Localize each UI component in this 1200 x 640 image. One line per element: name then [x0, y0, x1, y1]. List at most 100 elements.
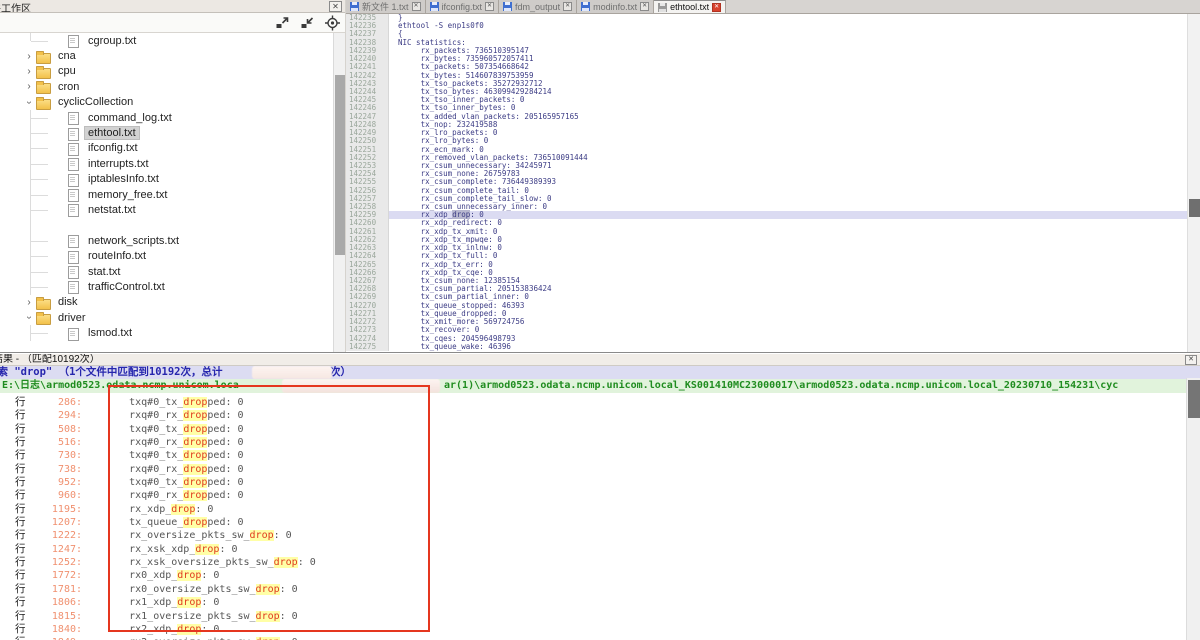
- close-tab-icon[interactable]: ✕: [485, 2, 494, 11]
- line-text: {: [389, 30, 1187, 38]
- tree-item-file[interactable]: lsmod.txt: [0, 325, 333, 340]
- file-icon: [66, 281, 81, 292]
- expand-all-icon[interactable]: [274, 15, 291, 31]
- folder-icon: [36, 297, 51, 308]
- expander-icon[interactable]: ›: [24, 95, 35, 109]
- line-text: }: [389, 14, 1187, 22]
- tree-item-label: routeInfo.txt: [85, 250, 149, 262]
- result-colon: :: [76, 583, 82, 596]
- line-text: rx_lro_bytes: 0: [389, 137, 1187, 145]
- result-colon: :: [76, 623, 82, 636]
- tree-item-folder[interactable]: ›cron: [0, 79, 333, 94]
- editor-tab[interactable]: 新文件 1.txt✕: [346, 0, 426, 13]
- close-tab-icon[interactable]: ✕: [712, 3, 721, 12]
- line-word-label: 行: [15, 503, 30, 516]
- tab-label: ethtool.txt: [670, 2, 709, 12]
- tree-item-file[interactable]: memory_free.txt: [0, 187, 333, 202]
- file-icon: [66, 204, 81, 215]
- collapse-all-icon[interactable]: [299, 15, 316, 31]
- tree-item-label: memory_free.txt: [85, 189, 170, 201]
- tree-item-file[interactable]: cgroup.txt: [0, 33, 333, 48]
- line-text: rx_csum_unnecessary_inner: 0: [389, 203, 1187, 211]
- result-colon: :: [76, 489, 82, 502]
- result-colon: :: [76, 543, 82, 556]
- result-line-number: 508: [30, 423, 76, 436]
- line-word-label: 行: [15, 436, 30, 449]
- tree-item-folder[interactable]: › cna: [0, 48, 333, 63]
- tree-item-file[interactable]: netstat.txt: [0, 202, 333, 217]
- tree-item-file[interactable]: routeInfo.txt: [0, 248, 333, 263]
- expander-icon[interactable]: ›: [22, 66, 36, 77]
- editor-scrollbar[interactable]: [1187, 14, 1200, 352]
- line-word-label: 行: [15, 610, 30, 623]
- workspace-titlebar: 夹工作区 ✕: [0, 0, 345, 13]
- tree-item-folder[interactable]: ›cyclicCollection: [0, 95, 333, 110]
- result-colon: :: [76, 409, 82, 422]
- tree-item-file[interactable]: iptablesInfo.txt: [0, 172, 333, 187]
- line-number: 142275: [346, 343, 389, 351]
- editor-panel: 新文件 1.txt✕ifconfig.txt✕fdm_output✕modinf…: [346, 0, 1200, 352]
- line-word-label: 行: [15, 489, 30, 502]
- close-tab-icon[interactable]: ✕: [640, 2, 649, 11]
- line-text: tx_added_vlan_packets: 205165957165: [389, 113, 1187, 121]
- app-window: 夹工作区 ✕ cgroup.txt › cna ›cpu›cron›cyclicCol…: [0, 0, 1200, 640]
- result-row[interactable]: 行1849: rx2_oversize_pkts_sw_drop: 0: [0, 636, 1186, 640]
- results-scrollbar[interactable]: [1186, 378, 1200, 640]
- result-colon: :: [76, 463, 82, 476]
- tree-item-file[interactable]: ethtool.txt: [0, 125, 333, 140]
- workspace-toolbar: [0, 13, 345, 33]
- tree-item-file[interactable]: stat.txt: [0, 264, 333, 279]
- expander-icon[interactable]: ›: [22, 51, 36, 62]
- tree-item-label: cna: [55, 50, 79, 62]
- tree-item-label: disk: [55, 296, 81, 308]
- close-tab-icon[interactable]: ✕: [412, 2, 421, 11]
- tree-item-file[interactable]: ifconfig.txt: [0, 141, 333, 156]
- tree-scrollbar-thumb[interactable]: [335, 75, 345, 255]
- tree-item-label: network_scripts.txt: [85, 235, 182, 247]
- line-word-label: 行: [15, 409, 30, 422]
- tree-item-file[interactable]: network_scripts.txt: [0, 233, 333, 248]
- file-icon: [66, 174, 81, 185]
- redaction-blur: [645, 322, 821, 352]
- results-close-icon[interactable]: ✕: [1185, 355, 1197, 365]
- folder-icon: [36, 312, 51, 323]
- tab-bar: 新文件 1.txt✕ifconfig.txt✕fdm_output✕modinf…: [346, 0, 1200, 14]
- editor-tab[interactable]: ifconfig.txt✕: [426, 0, 500, 13]
- tree-item-folder[interactable]: ›driver: [0, 310, 333, 325]
- editor-tab[interactable]: ethtool.txt✕: [654, 0, 726, 13]
- result-line-number: 1252: [30, 556, 76, 569]
- tree-item-folder[interactable]: ›cpu: [0, 64, 333, 79]
- result-line-number: 730: [30, 449, 76, 462]
- editor-tab[interactable]: fdm_output✕: [499, 0, 577, 13]
- editor-lines[interactable]: 142235}142236ethtool -S enp1s0f0142237{1…: [346, 14, 1187, 352]
- save-icon: [430, 2, 439, 11]
- result-line-number: 1195: [30, 503, 76, 516]
- tree-item-label: cgroup.txt: [85, 35, 139, 47]
- tree-item-file[interactable]: command_log.txt: [0, 110, 333, 125]
- folder-icon: [36, 66, 51, 77]
- tree-item-label: netstat.txt: [85, 204, 139, 216]
- results-scrollbar-thumb[interactable]: [1188, 380, 1200, 418]
- line-text: rx_lro_packets: 0: [389, 129, 1187, 137]
- editor-scrollbar-thumb[interactable]: [1189, 199, 1200, 217]
- tree-item-folder[interactable]: › disk: [0, 295, 333, 310]
- tree-item-file[interactable]: trafficControl.txt: [0, 279, 333, 294]
- expander-icon[interactable]: ›: [22, 81, 36, 92]
- result-text: rx2_oversize_pkts_sw_drop: 0: [105, 636, 298, 640]
- tree-item-file[interactable]: interrupts.txt: [0, 156, 333, 171]
- tree-scrollbar[interactable]: [333, 33, 345, 352]
- results-header-title: 结果 - （匹配10192次）: [0, 354, 100, 365]
- result-colon: :: [76, 516, 82, 529]
- expander-icon[interactable]: ›: [24, 311, 35, 325]
- workspace-close-icon[interactable]: ✕: [329, 1, 342, 12]
- tree-item-label: iptablesInfo.txt: [85, 173, 162, 185]
- result-colon: :: [76, 529, 82, 542]
- result-colon: :: [76, 636, 82, 640]
- line-word-label: 行: [15, 423, 30, 436]
- close-tab-icon[interactable]: ✕: [563, 2, 572, 11]
- result-colon: :: [76, 476, 82, 489]
- annotation-red-box: [108, 385, 430, 632]
- editor-tab[interactable]: modinfo.txt✕: [577, 0, 654, 13]
- expander-icon[interactable]: ›: [22, 297, 36, 308]
- locate-file-icon[interactable]: [324, 15, 341, 31]
